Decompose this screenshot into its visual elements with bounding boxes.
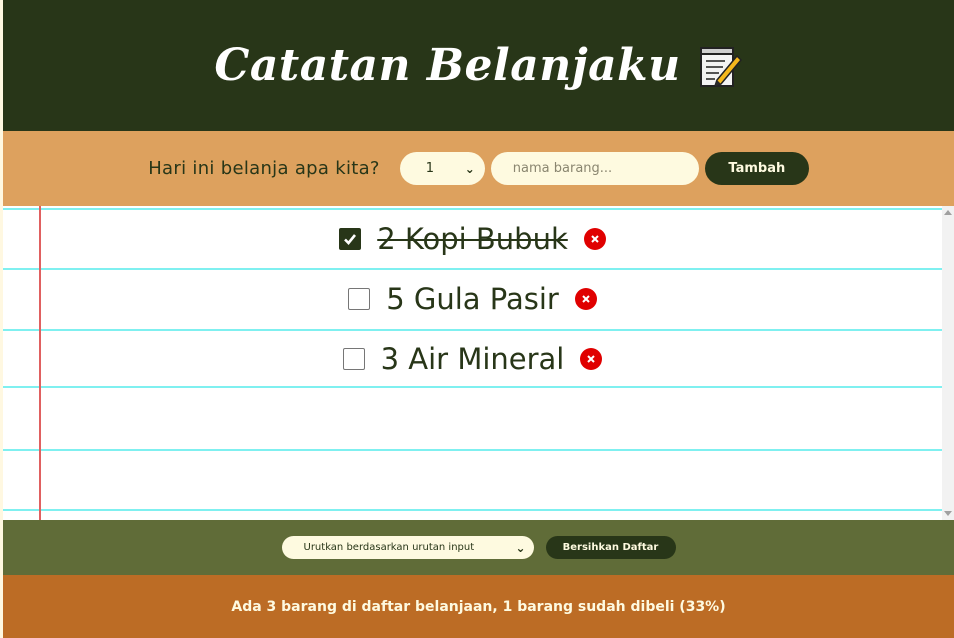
item-label: 5 Gula Pasir: [386, 282, 559, 316]
scroll-up-icon[interactable]: [944, 210, 952, 215]
clear-list-button[interactable]: Bersihkan Daftar: [545, 536, 676, 559]
scrollbar[interactable]: [942, 206, 954, 520]
list-item: 2 Kopi Bubuk: [3, 209, 942, 269]
sort-select[interactable]: Urutkan berdasarkan urutan input ⌄: [281, 536, 534, 559]
chevron-down-icon: ⌄: [464, 161, 475, 176]
item-checkbox[interactable]: [342, 348, 365, 370]
item-label: 3 Air Mineral: [380, 342, 565, 376]
close-icon: [582, 295, 590, 303]
delete-button[interactable]: [580, 348, 603, 370]
paper-rule: [3, 449, 942, 451]
page-title: Catatan Belanjaku: [214, 40, 742, 91]
close-icon: [587, 355, 596, 363]
app: Catatan Belanjaku Hari ini belanja apa k…: [3, 0, 954, 638]
item-checkbox[interactable]: [339, 228, 362, 250]
chevron-down-icon: ⌄: [515, 540, 526, 555]
scroll-down-icon[interactable]: [944, 511, 952, 516]
item-name-input[interactable]: [490, 152, 699, 185]
actions-bar: Urutkan berdasarkan urutan input ⌄ Bersi…: [3, 520, 954, 575]
item-label: 2 Kopi Bubuk: [377, 222, 568, 256]
check-icon: [344, 234, 357, 245]
quantity-select[interactable]: 1 ⌄: [399, 152, 485, 185]
close-icon: [591, 235, 599, 243]
list-item: 5 Gula Pasir: [3, 269, 942, 329]
add-button[interactable]: Tambah: [704, 152, 809, 185]
delete-button[interactable]: [583, 228, 606, 250]
header: Catatan Belanjaku: [3, 0, 954, 131]
shopping-list: 2 Kopi Bubuk 5 Gula Pasir 3 Air Mineral: [3, 206, 954, 520]
delete-button[interactable]: [574, 288, 597, 310]
sort-value: Urutkan berdasarkan urutan input: [303, 542, 475, 553]
stats-text: Ada 3 barang di daftar belanjaan, 1 bara…: [231, 598, 726, 615]
list-item: 3 Air Mineral: [3, 329, 942, 389]
quantity-value: 1: [425, 161, 435, 176]
paper-rule: [3, 509, 942, 511]
form-prompt: Hari ini belanja apa kita?: [148, 158, 380, 179]
title-text: Catatan Belanjaku: [214, 40, 681, 91]
memo-icon: [695, 42, 743, 90]
add-item-form: Hari ini belanja apa kita? 1 ⌄ Tambah: [3, 131, 954, 206]
item-checkbox[interactable]: [348, 288, 371, 310]
stats-footer: Ada 3 barang di daftar belanjaan, 1 bara…: [3, 575, 954, 638]
